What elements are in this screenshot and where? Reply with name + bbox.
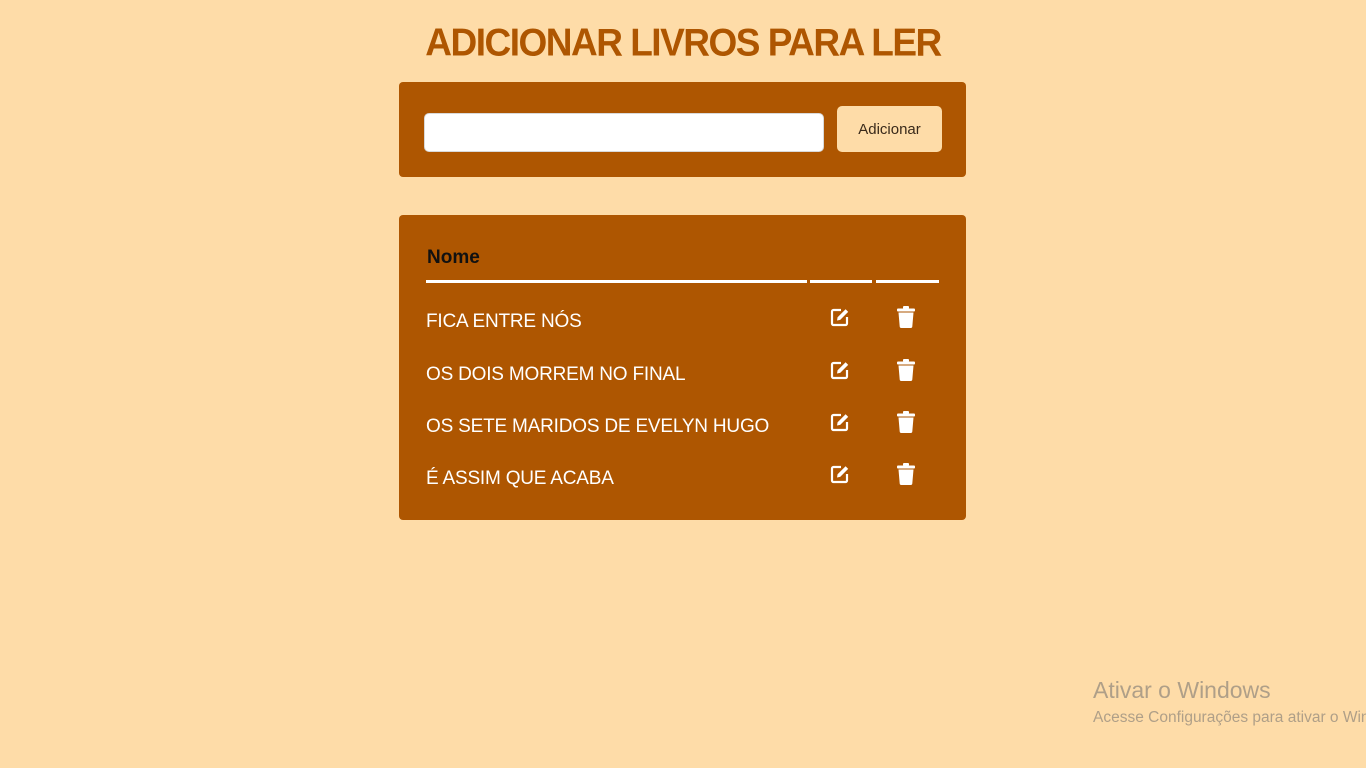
header-underline-delete (876, 280, 939, 283)
table-row: FICA ENTRE NÓS (399, 306, 966, 336)
trash-icon[interactable] (896, 410, 916, 434)
windows-activation-title: Ativar o Windows (1093, 677, 1271, 703)
page-title: ADICIONAR LIVROS PARA LER (425, 20, 942, 64)
book-title: OS SETE MARIDOS DE EVELYN HUGO (426, 416, 770, 437)
windows-activation-subtitle: Acesse Configurações para ativar o Windo… (1093, 709, 1366, 726)
book-title: OS DOIS MORREM NO FINAL (426, 364, 686, 385)
header-underline-edit (810, 280, 872, 283)
header-underline-name (426, 280, 807, 283)
column-header-name: Nome (427, 247, 480, 268)
add-button[interactable]: Adicionar (837, 106, 942, 152)
trash-icon[interactable] (896, 305, 916, 329)
edit-icon[interactable] (829, 463, 851, 485)
table-row: É ASSIM QUE ACABA (399, 463, 966, 493)
edit-icon[interactable] (829, 411, 851, 433)
trash-icon[interactable] (896, 358, 916, 382)
book-title: É ASSIM QUE ACABA (426, 468, 614, 489)
book-list-panel: Nome FICA ENTRE NÓS OS DOIS MORREM NO FI… (399, 215, 966, 520)
edit-icon[interactable] (829, 306, 851, 328)
edit-icon[interactable] (829, 359, 851, 381)
table-row: OS SETE MARIDOS DE EVELYN HUGO (399, 411, 966, 441)
book-name-input[interactable] (424, 113, 824, 152)
table-row: OS DOIS MORREM NO FINAL (399, 359, 966, 389)
book-title: FICA ENTRE NÓS (426, 311, 582, 332)
add-book-panel: Adicionar (399, 82, 966, 177)
trash-icon[interactable] (896, 462, 916, 486)
